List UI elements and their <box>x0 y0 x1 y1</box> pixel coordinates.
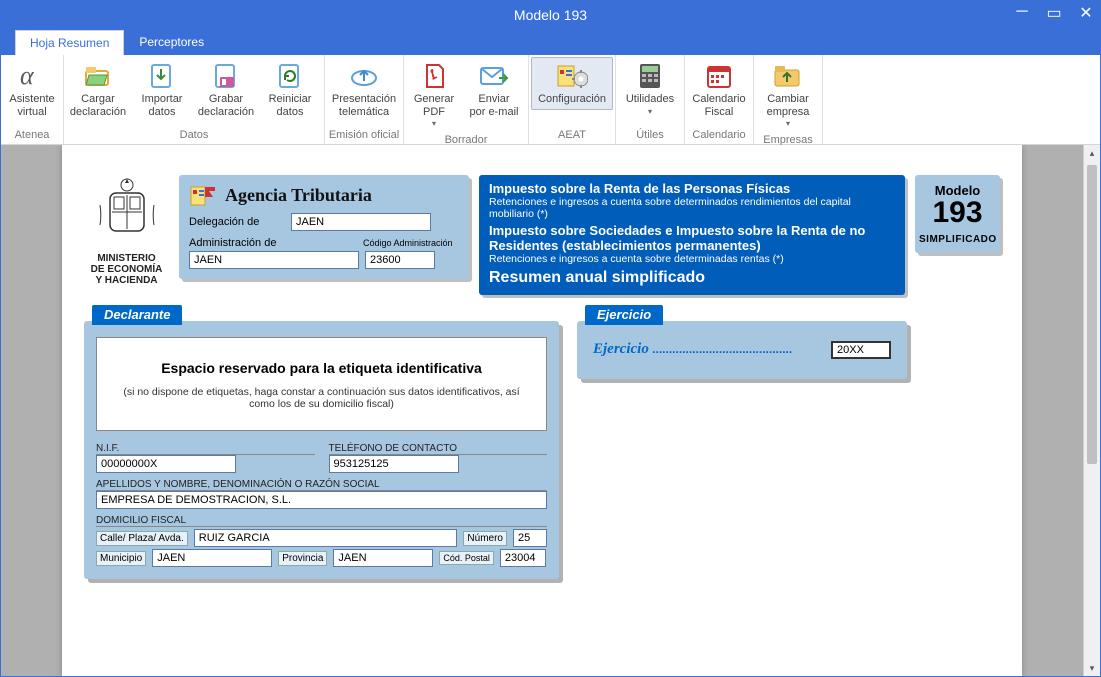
document-viewport: MINISTERIO DE ECONOMÍA Y HACIENDA Agenci… <box>1 145 1100 676</box>
aeat-logo-icon <box>189 183 217 207</box>
import-icon <box>146 61 178 91</box>
numero-cell-label: Número <box>463 531 507 546</box>
cod-admin-field[interactable] <box>365 251 435 269</box>
razon-social-label: APELLIDOS Y NOMBRE, DENOMINACIÓN O RAZÓN… <box>96 479 547 491</box>
calculator-icon <box>634 61 666 91</box>
coat-of-arms-icon <box>92 175 162 249</box>
app-window: Modelo 193 ─ ▭ ✕ Hoja Resumen Perceptore… <box>0 0 1101 677</box>
group-datos-label: Datos <box>66 127 322 144</box>
provincia-field[interactable] <box>333 549 433 567</box>
agencia-title: Agencia Tributaria <box>225 185 372 206</box>
scroll-up-arrow-icon[interactable]: ▴ <box>1084 145 1100 161</box>
generar-pdf-button[interactable]: Generar PDF ▾ <box>406 57 462 132</box>
impuesto-description-card: Impuesto sobre la Renta de las Personas … <box>479 175 905 295</box>
provincia-cell-label: Provincia <box>278 551 327 566</box>
declarante-panel: Declarante Espacio reservado para la eti… <box>84 321 559 579</box>
calendar-icon <box>703 61 735 91</box>
telefono-label: TELÉFONO DE CONTACTO <box>329 443 548 455</box>
group-emision-label: Emisión oficial <box>327 127 401 144</box>
group-calendario-label: Calendario <box>687 127 751 144</box>
calle-field[interactable] <box>194 529 458 547</box>
reiniciar-datos-button[interactable]: Reiniciar datos <box>258 57 322 122</box>
cambiar-empresa-button[interactable]: Cambiar empresa ▾ <box>756 57 820 132</box>
chevron-down-icon: ▾ <box>648 107 652 116</box>
administracion-field[interactable] <box>189 251 359 269</box>
administracion-label: Administración de <box>189 237 285 249</box>
etiqueta-box: Espacio reservado para la etiqueta ident… <box>96 337 547 431</box>
configuracion-button[interactable]: Configuración <box>531 57 613 110</box>
mail-send-icon <box>478 61 510 91</box>
refresh-icon <box>274 61 306 91</box>
numero-field[interactable] <box>513 529 547 547</box>
tab-perceptores[interactable]: Perceptores <box>124 29 219 55</box>
cloud-upload-icon <box>348 61 380 91</box>
svg-text:α: α <box>20 62 35 90</box>
alpha-icon: α <box>16 61 48 91</box>
declarante-tab-label: Declarante <box>92 305 182 325</box>
cod-admin-label: Código Administración <box>363 238 459 248</box>
save-icon <box>210 61 242 91</box>
modelo-badge: Modelo 193 SIMPLIFICADO <box>915 175 1000 253</box>
municipio-field[interactable] <box>152 549 272 567</box>
ministerio-block: MINISTERIO DE ECONOMÍA Y HACIENDA <box>84 175 169 286</box>
group-aeat-label: AEAT <box>531 127 613 144</box>
scrollbar-thumb[interactable] <box>1087 165 1097 464</box>
calendario-fiscal-button[interactable]: Calendario Fiscal <box>687 57 751 122</box>
chevron-down-icon: ▾ <box>786 119 790 128</box>
folder-open-icon <box>82 61 114 91</box>
gear-icon <box>556 61 588 91</box>
form-page: MINISTERIO DE ECONOMÍA Y HACIENDA Agenci… <box>62 145 1022 676</box>
delegacion-field[interactable] <box>291 213 431 231</box>
maximize-button[interactable]: ▭ <box>1044 3 1064 23</box>
razon-social-field[interactable] <box>96 491 547 509</box>
ribbon: α Asistente virtual Atenea Cargar declar… <box>1 55 1100 145</box>
calle-cell-label: Calle/ Plaza/ Avda. <box>96 531 188 546</box>
ejercicio-tab-label: Ejercicio <box>585 305 663 325</box>
nif-field[interactable] <box>96 455 236 473</box>
ribbon-tab-strip: Hoja Resumen Perceptores <box>1 29 1100 55</box>
pdf-icon <box>418 61 450 91</box>
asistente-virtual-button[interactable]: α Asistente virtual <box>3 57 61 122</box>
scroll-down-arrow-icon[interactable]: ▾ <box>1084 660 1100 676</box>
domicilio-label: DOMICILIO FISCAL <box>96 515 547 527</box>
municipio-cell-label: Municipio <box>96 551 146 566</box>
importar-datos-button[interactable]: Importar datos <box>130 57 194 122</box>
window-controls: ─ ▭ ✕ <box>1012 3 1096 23</box>
cargar-declaracion-button[interactable]: Cargar declaración <box>66 57 130 122</box>
ejercicio-label: Ejercicio <box>593 341 649 357</box>
folder-up-icon <box>772 61 804 91</box>
ejercicio-panel: Ejercicio Ejercicio ....................… <box>577 321 907 379</box>
minimize-button[interactable]: ─ <box>1012 3 1032 23</box>
vertical-scrollbar[interactable]: ▴ ▾ <box>1083 145 1100 676</box>
delegacion-label: Delegación de <box>189 216 285 228</box>
nif-label: N.I.F. <box>96 443 315 455</box>
agencia-tributaria-card: Agencia Tributaria Delegación de Adminis… <box>179 175 469 279</box>
tab-hoja-resumen[interactable]: Hoja Resumen <box>15 30 124 55</box>
utilidades-button[interactable]: Utilidades ▾ <box>618 57 682 120</box>
enviar-email-button[interactable]: Enviar por e-mail <box>462 57 526 122</box>
group-utiles-label: Útiles <box>618 127 682 144</box>
cp-cell-label: Cód. Postal <box>439 551 494 565</box>
close-button[interactable]: ✕ <box>1076 3 1096 23</box>
window-title: Modelo 193 <box>514 7 587 23</box>
grabar-declaracion-button[interactable]: Grabar declaración <box>194 57 258 122</box>
group-atenea-label: Atenea <box>3 127 61 144</box>
presentacion-telematica-button[interactable]: Presentación telemática <box>327 57 401 122</box>
telefono-field[interactable] <box>329 455 459 473</box>
cp-field[interactable] <box>500 549 546 567</box>
ejercicio-field[interactable] <box>831 341 891 359</box>
chevron-down-icon: ▾ <box>432 119 436 128</box>
title-bar: Modelo 193 ─ ▭ ✕ <box>1 1 1100 29</box>
